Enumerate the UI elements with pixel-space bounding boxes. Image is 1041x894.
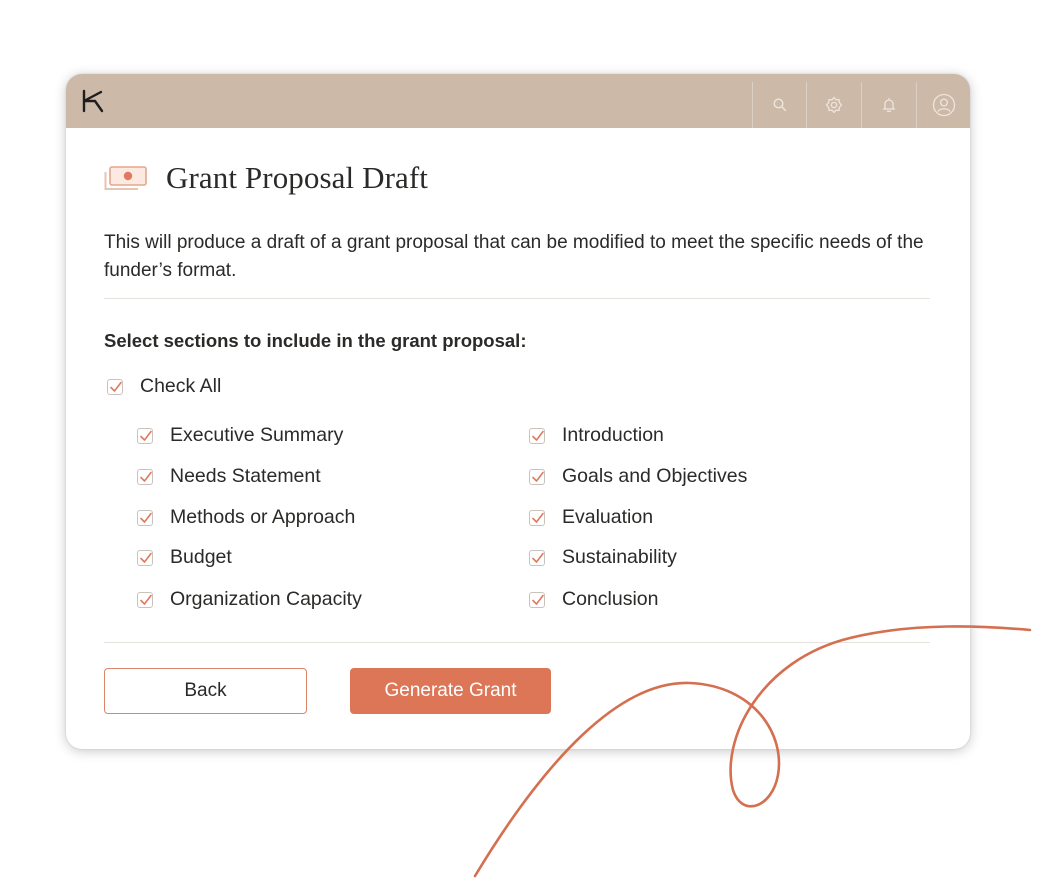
- grant-proposal-card: Grant Proposal Draft This will produce a…: [66, 74, 970, 749]
- option-label: Introduction: [562, 424, 664, 446]
- money-icon: [104, 166, 147, 190]
- checkbox[interactable]: [137, 427, 153, 444]
- option-evaluation[interactable]: Evaluation: [529, 506, 653, 529]
- option-label: Methods or Approach: [170, 506, 356, 528]
- top-bar: [66, 74, 970, 128]
- checkbox[interactable]: [529, 549, 545, 566]
- search-icon[interactable]: [752, 82, 806, 128]
- option-organization-capacity[interactable]: Organization Capacity: [137, 588, 362, 611]
- back-button[interactable]: Back: [104, 668, 307, 714]
- bell-icon[interactable]: [861, 82, 916, 128]
- divider-top: [104, 298, 930, 299]
- option-label: Goals and Objectives: [562, 465, 748, 487]
- checkbox[interactable]: [529, 427, 545, 444]
- divider-bottom: [104, 642, 930, 643]
- checkbox[interactable]: [137, 549, 153, 566]
- option-label: Budget: [170, 546, 232, 568]
- option-label: Needs Statement: [170, 465, 321, 487]
- user-icon[interactable]: [916, 82, 970, 128]
- option-label: Executive Summary: [170, 424, 344, 446]
- check-all-checkbox[interactable]: [107, 378, 123, 395]
- option-label: Organization Capacity: [170, 588, 362, 610]
- checkbox[interactable]: [529, 591, 545, 608]
- checkbox[interactable]: [529, 468, 545, 485]
- option-goals-and-objectives[interactable]: Goals and Objectives: [529, 465, 747, 488]
- app-logo[interactable]: [82, 89, 104, 113]
- option-conclusion[interactable]: Conclusion: [529, 588, 658, 611]
- option-label: Conclusion: [562, 588, 659, 610]
- settings-icon[interactable]: [806, 82, 861, 128]
- page-header: Grant Proposal Draft: [104, 160, 428, 196]
- toolbar-icons: [752, 82, 970, 128]
- page-title: Grant Proposal Draft: [166, 160, 428, 195]
- option-sustainability[interactable]: Sustainability: [529, 546, 677, 569]
- option-label: Evaluation: [562, 506, 654, 528]
- check-all-label: Check All: [140, 375, 222, 397]
- checkbox[interactable]: [137, 509, 153, 526]
- option-executive-summary[interactable]: Executive Summary: [137, 424, 343, 447]
- page-description: This will produce a draft of a grant pro…: [104, 232, 924, 281]
- option-introduction[interactable]: Introduction: [529, 424, 664, 447]
- option-label: Sustainability: [562, 546, 677, 568]
- check-all-option[interactable]: Check All: [107, 375, 221, 398]
- option-needs-statement[interactable]: Needs Statement: [137, 465, 321, 488]
- checkbox[interactable]: [137, 468, 153, 485]
- option-budget[interactable]: Budget: [137, 546, 232, 569]
- generate-grant-button[interactable]: Generate Grant: [350, 668, 551, 714]
- checkbox[interactable]: [137, 591, 153, 608]
- sections-heading: Select sections to include in the grant …: [104, 330, 527, 351]
- option-methods-or-approach[interactable]: Methods or Approach: [137, 506, 355, 529]
- checkbox[interactable]: [529, 509, 545, 526]
